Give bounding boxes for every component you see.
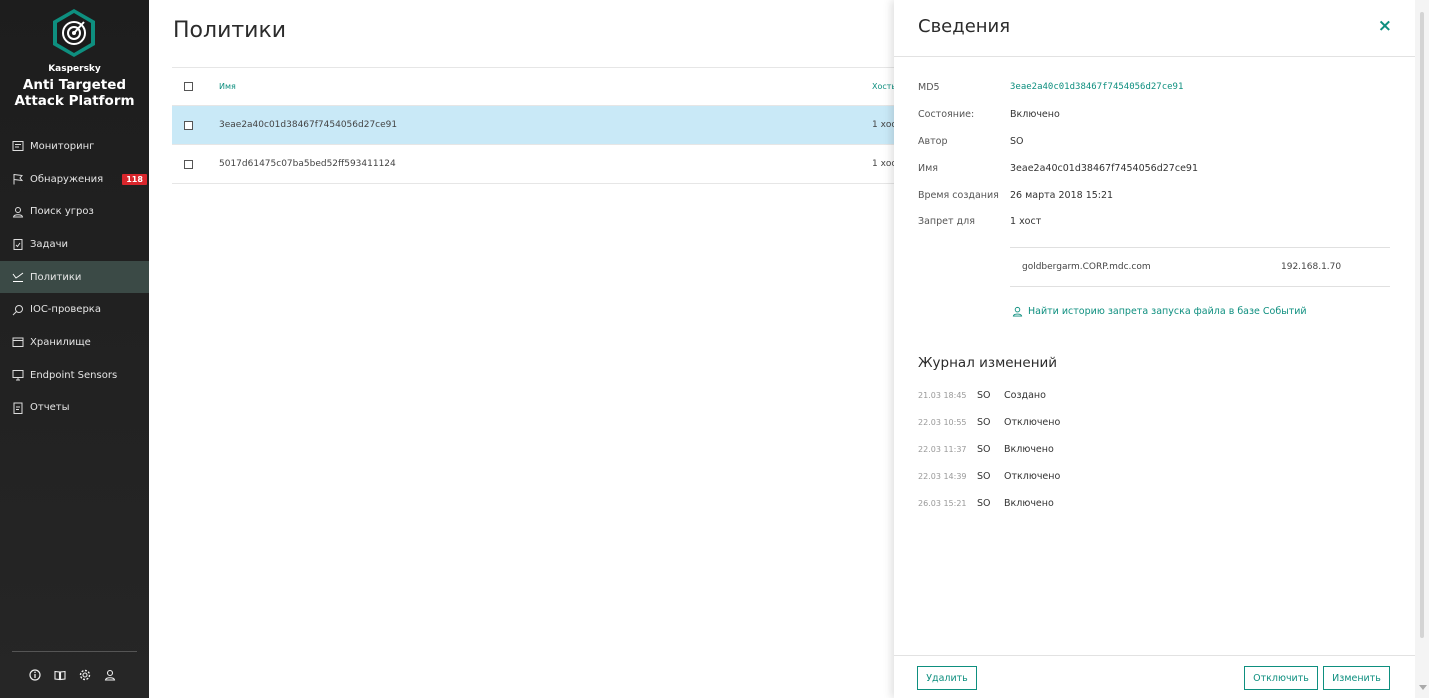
- log-time: 22.03 11:37: [918, 445, 967, 454]
- sidebar-item-tasks[interactable]: Задачи: [0, 228, 149, 261]
- edit-button[interactable]: Изменить: [1323, 666, 1390, 690]
- prop-label: MD5: [918, 82, 940, 93]
- user-icon[interactable]: [104, 669, 116, 681]
- sidebar-item-ioc-check[interactable]: IOC-проверка: [0, 293, 149, 326]
- book-icon[interactable]: [54, 669, 66, 681]
- sidebar-item-policies[interactable]: Политики: [0, 260, 149, 294]
- log-action: Отключено: [1004, 417, 1061, 428]
- find-history-link[interactable]: Найти историю запрета запуска файла в ба…: [1012, 306, 1307, 317]
- log-user: SO: [977, 471, 991, 482]
- report-icon: [12, 402, 24, 414]
- sidebar-item-label: IOC-проверка: [30, 304, 101, 316]
- sidebar-item-detections[interactable]: Обнаружения 118: [0, 163, 149, 196]
- policy-name-cell: 5017d61475c07ba5bed52ff593411124: [219, 159, 396, 169]
- main-content: Политики Имя Хосты 3eae2a40c01d38467f745…: [149, 0, 912, 698]
- prop-label: Состояние:: [918, 109, 975, 120]
- scrollbar-thumb[interactable]: [1420, 12, 1424, 638]
- sidebar-item-label: Хранилище: [30, 336, 91, 348]
- sidebar-item-storage[interactable]: Хранилище: [0, 326, 149, 359]
- delete-button[interactable]: Удалить: [917, 666, 977, 690]
- sidebar-item-label: Мониторинг: [30, 140, 95, 152]
- sidebar-item-label: Обнаружения: [30, 173, 104, 185]
- log-action: Отключено: [1004, 471, 1061, 482]
- prop-label: Имя: [918, 163, 938, 174]
- disable-button[interactable]: Отключить: [1244, 666, 1318, 690]
- sidebar-item-endpoint-sensors[interactable]: Endpoint Sensors: [0, 359, 149, 392]
- details-panel: Сведения × MD5 3eae2a40c01d38467f7454056…: [894, 0, 1415, 698]
- sidebar-divider: [12, 651, 137, 652]
- sidebar-item-label: Endpoint Sensors: [30, 369, 118, 381]
- flag-icon: [12, 173, 24, 185]
- log-user: SO: [977, 444, 991, 455]
- scroll-down-arrow-icon[interactable]: [1419, 685, 1427, 690]
- clipboard-icon: [12, 238, 24, 251]
- log-time: 22.03 10:55: [918, 418, 967, 427]
- log-action: Включено: [1004, 498, 1054, 509]
- panel-divider: [894, 56, 1415, 57]
- sidebar-nav: Мониторинг Обнаружения 118 Поиск угроз З…: [0, 130, 149, 424]
- host-ip: 192.168.1.70: [1281, 262, 1342, 272]
- table-header: Имя Хосты: [172, 67, 912, 106]
- threat-hunt-icon: [12, 206, 24, 218]
- page-title: Политики: [173, 18, 287, 43]
- row-checkbox[interactable]: [184, 159, 193, 169]
- log-user: SO: [977, 390, 991, 401]
- brand-vendor: Kaspersky: [48, 64, 101, 74]
- select-all-checkbox[interactable]: [184, 82, 193, 91]
- name-value: 3eae2a40c01d38467f7454056d27ce91: [1010, 163, 1199, 174]
- sidebar-item-label: Задачи: [30, 238, 68, 250]
- table-row[interactable]: 3eae2a40c01d38467f7454056d27ce91 1 хост: [172, 106, 912, 145]
- display-icon: [12, 369, 24, 381]
- policies-table: Имя Хосты 3eae2a40c01d38467f7454056d27ce…: [172, 67, 912, 184]
- kaspersky-logo-icon[interactable]: [52, 8, 96, 58]
- panel-footer-divider: [894, 655, 1415, 656]
- sidebar: Kaspersky Anti Targeted Attack Platform М…: [0, 0, 149, 698]
- brand-product: Anti Targeted Attack Platform: [14, 77, 135, 109]
- md5-value: 3eae2a40c01d38467f7454056d27ce91: [1010, 82, 1184, 92]
- sidebar-item-threat-hunting[interactable]: Поиск угроз: [0, 195, 149, 228]
- magnifier-icon: [12, 304, 24, 316]
- log-time: 21.03 18:45: [918, 391, 967, 400]
- find-history-link-label: Найти историю запрета запуска файла в ба…: [1028, 306, 1307, 317]
- panel-title: Сведения: [918, 16, 1011, 37]
- log-action: Создано: [1004, 390, 1046, 401]
- sidebar-item-reports[interactable]: Отчеты: [0, 392, 149, 425]
- sidebar-item-label: Политики: [30, 271, 82, 283]
- ban-value: 1 хост: [1010, 216, 1042, 227]
- prop-label: Автор: [918, 136, 948, 147]
- monitor-icon: [12, 140, 24, 152]
- policy-icon: [12, 271, 24, 283]
- close-icon[interactable]: ×: [1378, 17, 1392, 35]
- info-icon[interactable]: [29, 669, 41, 681]
- log-action: Включено: [1004, 444, 1054, 455]
- host-name: goldbergarm.CORP.mdc.com: [1022, 262, 1151, 272]
- sidebar-item-label: Поиск угроз: [30, 206, 94, 218]
- detections-count-badge: 118: [122, 173, 147, 185]
- log-time: 26.03 15:21: [918, 499, 967, 508]
- prop-label: Время создания: [918, 190, 999, 201]
- state-value: Включено: [1010, 109, 1060, 120]
- table-row[interactable]: 5017d61475c07ba5bed52ff593411124 1 хост: [172, 145, 912, 184]
- sidebar-item-label: Отчеты: [30, 402, 70, 414]
- storage-icon: [12, 336, 24, 348]
- threat-hunt-icon: [1012, 306, 1023, 317]
- prop-label: Запрет для: [918, 216, 975, 227]
- log-user: SO: [977, 498, 991, 509]
- host-list: goldbergarm.CORP.mdc.com 192.168.1.70: [1010, 247, 1390, 287]
- policy-name-cell: 3eae2a40c01d38467f7454056d27ce91: [219, 120, 398, 130]
- column-header-name[interactable]: Имя: [219, 82, 236, 91]
- log-user: SO: [977, 417, 991, 428]
- log-time: 22.03 14:39: [918, 472, 967, 481]
- created-value: 26 марта 2018 15:21: [1010, 190, 1114, 201]
- row-checkbox[interactable]: [184, 120, 193, 130]
- change-log-title: Журнал изменений: [918, 355, 1058, 371]
- sidebar-item-monitoring[interactable]: Мониторинг: [0, 130, 149, 163]
- sidebar-footer: [29, 669, 116, 681]
- gear-icon[interactable]: [79, 669, 91, 681]
- author-value: SO: [1010, 136, 1024, 147]
